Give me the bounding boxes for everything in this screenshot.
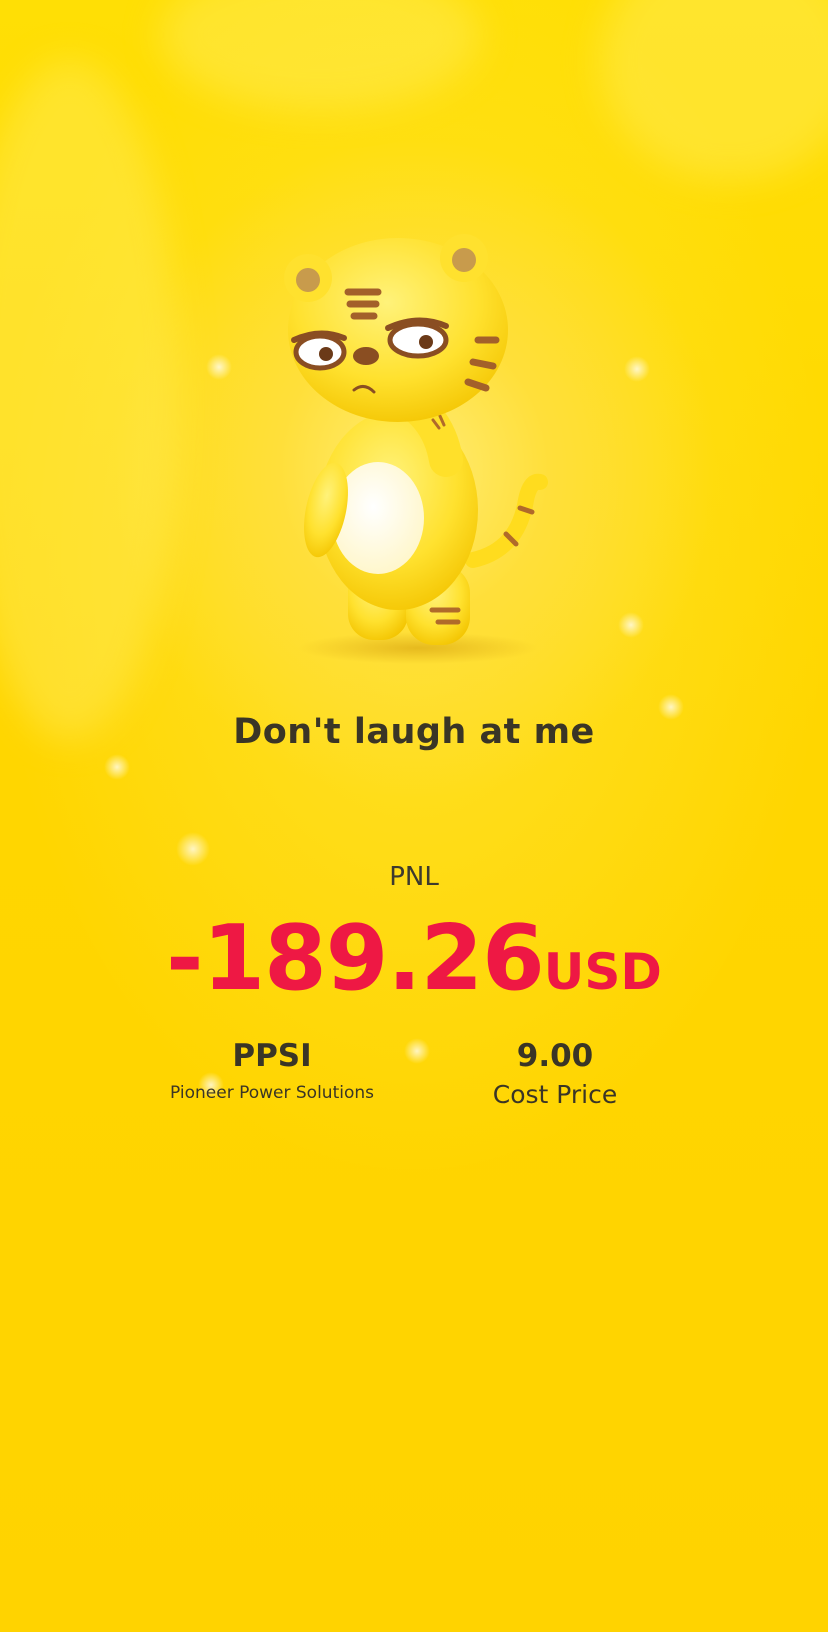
sparkle xyxy=(206,354,232,380)
pnl-label: PNL xyxy=(389,862,439,892)
pnl-currency: USD xyxy=(543,943,662,1001)
background-smoke xyxy=(600,0,828,180)
stock-ticker: PPSI xyxy=(232,1038,312,1074)
headline: Don't laugh at me xyxy=(233,712,595,752)
pnl-amount: -189.26 xyxy=(166,906,545,1011)
pnl-share-card: Don't laugh at me PNL -189.26USD PPSI Pi… xyxy=(0,0,828,1632)
background-smoke xyxy=(160,0,480,110)
sparkle xyxy=(176,832,210,866)
sparkle xyxy=(624,356,650,382)
stock-info: PPSI Pioneer Power Solutions xyxy=(122,1036,422,1106)
stock-name: Pioneer Power Solutions xyxy=(170,1083,374,1103)
cost-price-value: 9.00 xyxy=(516,1038,594,1074)
cost-info: 9.00 Cost Price xyxy=(405,1036,705,1112)
tiger-mascot-icon xyxy=(284,234,548,664)
cost-price-label: Cost Price xyxy=(492,1080,618,1109)
pnl-value: -189.26USD xyxy=(0,906,828,1011)
sparkle xyxy=(104,754,130,780)
background-smoke xyxy=(0,60,180,740)
sparkle xyxy=(618,612,644,638)
